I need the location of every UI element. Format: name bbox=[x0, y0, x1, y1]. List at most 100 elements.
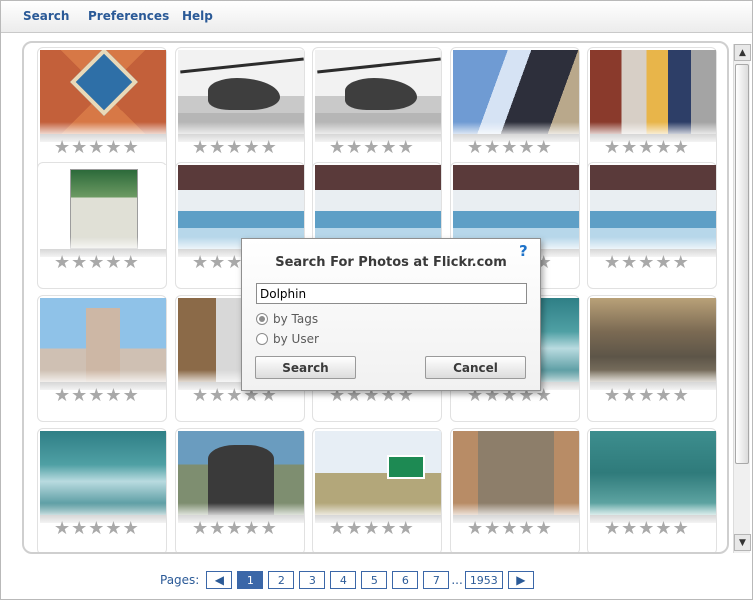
photo-thumbnail[interactable] bbox=[453, 431, 579, 515]
star-icon[interactable]: ★ bbox=[501, 518, 517, 540]
page-last[interactable]: 1953 bbox=[464, 571, 503, 589]
photo-card[interactable]: ★★★★★ bbox=[587, 47, 717, 174]
star-icon[interactable]: ★ bbox=[71, 252, 87, 274]
star-icon[interactable]: ★ bbox=[226, 137, 242, 159]
menu-search[interactable]: Search bbox=[23, 9, 69, 23]
star-icon[interactable]: ★ bbox=[329, 518, 345, 540]
star-icon[interactable]: ★ bbox=[673, 385, 689, 407]
photo-card[interactable]: ★★★★★ bbox=[587, 295, 717, 422]
photo-card[interactable]: ★★★★★ bbox=[37, 47, 167, 174]
cancel-button[interactable]: Cancel bbox=[425, 356, 526, 379]
star-icon[interactable]: ★ bbox=[621, 252, 637, 274]
star-icon[interactable]: ★ bbox=[123, 137, 139, 159]
photo-thumbnail[interactable] bbox=[315, 50, 441, 134]
photo-thumbnail[interactable] bbox=[590, 50, 716, 134]
photo-thumbnail[interactable] bbox=[40, 431, 166, 515]
scroll-down-icon[interactable]: ▼ bbox=[734, 534, 751, 551]
star-icon[interactable]: ★ bbox=[71, 385, 87, 407]
radio-by-user[interactable] bbox=[256, 333, 268, 345]
star-icon[interactable]: ★ bbox=[261, 137, 277, 159]
scroll-thumb[interactable] bbox=[735, 64, 749, 464]
star-icon[interactable]: ★ bbox=[329, 137, 345, 159]
star-icon[interactable]: ★ bbox=[105, 137, 121, 159]
photo-thumbnail[interactable] bbox=[178, 431, 304, 515]
star-icon[interactable]: ★ bbox=[655, 518, 671, 540]
star-icon[interactable]: ★ bbox=[604, 518, 620, 540]
star-icon[interactable]: ★ bbox=[192, 252, 208, 274]
page-button[interactable]: 3 bbox=[299, 571, 326, 589]
photo-card[interactable]: ★★★★★ bbox=[175, 47, 305, 174]
photo-thumbnail[interactable] bbox=[590, 165, 716, 249]
star-icon[interactable]: ★ bbox=[105, 518, 121, 540]
photo-thumbnail[interactable] bbox=[40, 165, 166, 249]
star-icon[interactable]: ★ bbox=[380, 137, 396, 159]
star-icon[interactable]: ★ bbox=[88, 518, 104, 540]
photo-thumbnail[interactable] bbox=[40, 298, 166, 382]
star-icon[interactable]: ★ bbox=[192, 137, 208, 159]
star-icon[interactable]: ★ bbox=[123, 252, 139, 274]
star-icon[interactable]: ★ bbox=[192, 385, 208, 407]
star-icon[interactable]: ★ bbox=[536, 518, 552, 540]
star-icon[interactable]: ★ bbox=[638, 385, 654, 407]
photo-card[interactable]: ★★★★★ bbox=[312, 428, 442, 552]
photo-card[interactable]: ★★★★★ bbox=[312, 47, 442, 174]
star-icon[interactable]: ★ bbox=[243, 137, 259, 159]
star-icon[interactable]: ★ bbox=[518, 137, 534, 159]
star-icon[interactable]: ★ bbox=[655, 385, 671, 407]
star-icon[interactable]: ★ bbox=[226, 252, 242, 274]
star-icon[interactable]: ★ bbox=[673, 252, 689, 274]
photo-card[interactable]: ★★★★★ bbox=[587, 162, 717, 289]
star-icon[interactable]: ★ bbox=[54, 252, 70, 274]
star-icon[interactable]: ★ bbox=[123, 385, 139, 407]
page-button[interactable]: 4 bbox=[330, 571, 357, 589]
star-icon[interactable]: ★ bbox=[209, 518, 225, 540]
star-icon[interactable]: ★ bbox=[655, 252, 671, 274]
photo-thumbnail[interactable] bbox=[178, 165, 304, 249]
star-icon[interactable]: ★ bbox=[363, 137, 379, 159]
photo-thumbnail[interactable] bbox=[453, 165, 579, 249]
photo-card[interactable]: ★★★★★ bbox=[175, 428, 305, 552]
star-icon[interactable]: ★ bbox=[209, 385, 225, 407]
star-icon[interactable]: ★ bbox=[226, 518, 242, 540]
search-input[interactable] bbox=[256, 283, 527, 304]
star-icon[interactable]: ★ bbox=[638, 137, 654, 159]
photo-card[interactable]: ★★★★★ bbox=[37, 428, 167, 552]
star-icon[interactable]: ★ bbox=[71, 518, 87, 540]
star-icon[interactable]: ★ bbox=[621, 137, 637, 159]
page-button[interactable]: 6 bbox=[392, 571, 419, 589]
option-by-user[interactable]: by User bbox=[256, 332, 319, 346]
star-icon[interactable]: ★ bbox=[226, 385, 242, 407]
star-icon[interactable]: ★ bbox=[484, 518, 500, 540]
photo-card[interactable]: ★★★★★ bbox=[450, 428, 580, 552]
star-icon[interactable]: ★ bbox=[54, 518, 70, 540]
star-icon[interactable]: ★ bbox=[363, 518, 379, 540]
menu-help[interactable]: Help bbox=[182, 9, 213, 23]
arrow-right-icon[interactable]: ▶ bbox=[507, 571, 534, 589]
star-icon[interactable]: ★ bbox=[604, 137, 620, 159]
star-icon[interactable]: ★ bbox=[398, 518, 414, 540]
option-by-tags[interactable]: by Tags bbox=[256, 312, 318, 326]
photo-card[interactable]: ★★★★★ bbox=[37, 162, 167, 289]
star-icon[interactable]: ★ bbox=[604, 252, 620, 274]
star-icon[interactable]: ★ bbox=[621, 385, 637, 407]
star-icon[interactable]: ★ bbox=[209, 137, 225, 159]
photo-thumbnail[interactable] bbox=[315, 431, 441, 515]
photo-thumbnail[interactable] bbox=[315, 165, 441, 249]
search-button[interactable]: Search bbox=[255, 356, 356, 379]
star-icon[interactable]: ★ bbox=[88, 385, 104, 407]
star-icon[interactable]: ★ bbox=[123, 518, 139, 540]
star-icon[interactable]: ★ bbox=[673, 518, 689, 540]
page-button[interactable]: 1 bbox=[237, 571, 264, 589]
star-icon[interactable]: ★ bbox=[54, 137, 70, 159]
star-icon[interactable]: ★ bbox=[346, 518, 362, 540]
star-icon[interactable]: ★ bbox=[105, 385, 121, 407]
vertical-scrollbar[interactable]: ▲ ▼ bbox=[733, 44, 751, 553]
star-icon[interactable]: ★ bbox=[621, 518, 637, 540]
photo-thumbnail[interactable] bbox=[178, 50, 304, 134]
arrow-left-icon[interactable]: ◀ bbox=[206, 571, 233, 589]
radio-by-tags[interactable] bbox=[256, 313, 268, 325]
star-icon[interactable]: ★ bbox=[398, 137, 414, 159]
photo-card[interactable]: ★★★★★ bbox=[37, 295, 167, 422]
star-icon[interactable]: ★ bbox=[88, 137, 104, 159]
star-icon[interactable]: ★ bbox=[467, 518, 483, 540]
